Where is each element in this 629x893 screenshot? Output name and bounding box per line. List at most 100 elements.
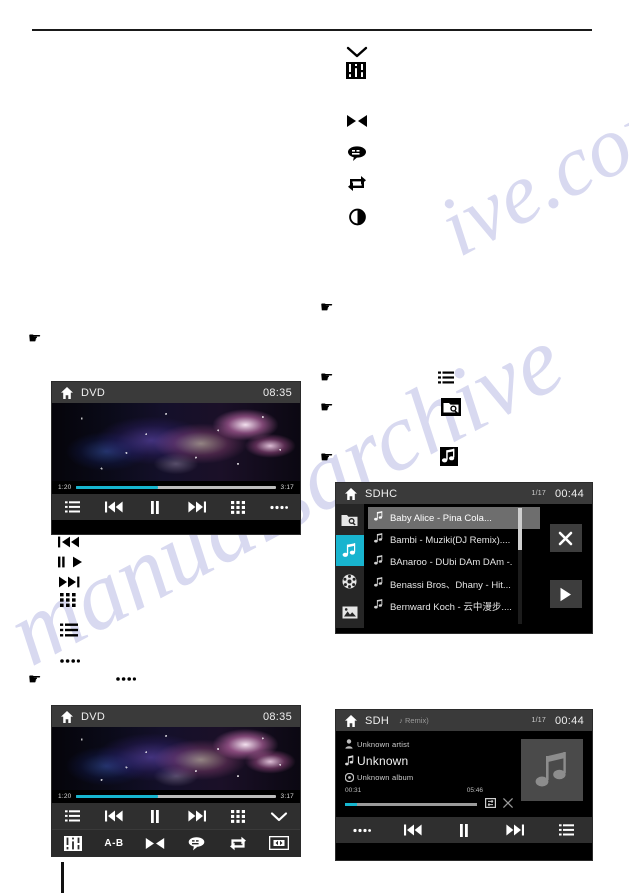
sdhc-action-pad bbox=[539, 504, 592, 628]
album-art bbox=[521, 739, 583, 801]
list-button[interactable] bbox=[58, 806, 88, 826]
progress-bar[interactable] bbox=[76, 486, 276, 489]
home-icon[interactable] bbox=[60, 386, 74, 400]
progress-fill bbox=[76, 795, 159, 798]
play-pause-icon bbox=[58, 556, 88, 568]
list-button[interactable] bbox=[551, 820, 581, 840]
list-icon bbox=[438, 371, 454, 384]
play-button[interactable] bbox=[549, 580, 582, 608]
track-title: BAnaroo - DUbi DAm DAm -. bbox=[389, 556, 513, 568]
sdh-metadata: Unknown artist Unknown Unknown album 00:… bbox=[345, 739, 513, 817]
list-item[interactable]: Baby Alice - Pina Cola... bbox=[367, 507, 540, 529]
keypad-button[interactable] bbox=[223, 806, 253, 826]
dvd-bottom-progress-row[interactable]: 1:20 3:17 bbox=[52, 790, 300, 803]
list-button[interactable] bbox=[58, 497, 88, 517]
list-item[interactable]: BAnaroo - DUbi DAm DAm -. bbox=[368, 551, 540, 573]
dvd-bottom-controls-row1 bbox=[52, 803, 300, 829]
pause-button[interactable] bbox=[140, 806, 170, 826]
sidebar-item-photo[interactable] bbox=[336, 597, 364, 628]
sidebar-item-music[interactable] bbox=[336, 535, 364, 566]
person-icon bbox=[345, 739, 357, 749]
music-note-icon bbox=[374, 511, 383, 525]
track-title: Bambi - Muziki(DJ Remix).... bbox=[389, 534, 511, 546]
equalizer-button[interactable] bbox=[58, 833, 88, 853]
track-title: Baby Alice - Pina Cola... bbox=[389, 512, 492, 524]
sdh-title: SDH bbox=[365, 714, 390, 727]
video-poster-bottom[interactable] bbox=[52, 727, 300, 790]
pause-button[interactable] bbox=[449, 820, 479, 840]
next-button[interactable] bbox=[500, 820, 530, 840]
sdh-track-index: 1/17 bbox=[531, 717, 546, 724]
dvd-top-title: DVD bbox=[81, 386, 106, 399]
sdh-progress-row bbox=[345, 795, 513, 813]
list-item[interactable]: Bernward Koch - 云中漫步.... bbox=[368, 595, 540, 617]
sdhc-track-list[interactable]: Baby Alice - Pina Cola... Bambi - Muziki… bbox=[364, 504, 540, 628]
dvd-top-clock: 08:35 bbox=[262, 386, 292, 399]
total-time: 3:17 bbox=[280, 793, 294, 800]
track-name: Unknown bbox=[357, 754, 409, 768]
keypad-button[interactable] bbox=[223, 497, 253, 517]
sdh-now-playing-screenshot[interactable]: SDH ♪ Remix) 1/17 00:44 Unknown artist U… bbox=[336, 710, 592, 860]
album-row: Unknown album bbox=[345, 773, 513, 782]
dvd-top-progress-row[interactable]: 1:20 3:17 bbox=[52, 481, 300, 494]
sidebar-item-video[interactable] bbox=[336, 566, 364, 597]
previous-button[interactable] bbox=[99, 806, 129, 826]
close-button[interactable] bbox=[549, 524, 582, 552]
star-field bbox=[52, 727, 300, 790]
elapsed-time: 1:20 bbox=[58, 484, 72, 491]
brightness-icon bbox=[349, 208, 366, 226]
collapse-button[interactable] bbox=[264, 806, 294, 826]
list-scrollbar[interactable] bbox=[517, 508, 522, 624]
progress-bar[interactable] bbox=[76, 795, 276, 798]
more-button[interactable] bbox=[264, 497, 294, 517]
album-name: Unknown album bbox=[357, 773, 414, 782]
track-title: Benassi Bros、Dhany - Hit... bbox=[389, 580, 511, 591]
dvd-player-screenshot-bottom[interactable]: DVD 08:35 1:20 3:17 A-B bbox=[52, 706, 300, 856]
more-dots-icon bbox=[116, 676, 136, 682]
pause-button[interactable] bbox=[140, 497, 170, 517]
previous-button[interactable] bbox=[99, 497, 129, 517]
sdh-clock: 00:44 bbox=[554, 714, 584, 727]
screen-button[interactable] bbox=[264, 833, 294, 853]
music-note-icon bbox=[440, 447, 458, 466]
dvd-bottom-controls-row2: A-B bbox=[52, 829, 300, 856]
progress-fill bbox=[345, 802, 357, 806]
sidebar-item-folder[interactable] bbox=[336, 504, 364, 535]
elapsed-time: 00:31 bbox=[345, 787, 362, 794]
goto-button[interactable] bbox=[140, 833, 170, 853]
sdh-now-playing-body: Unknown artist Unknown Unknown album 00:… bbox=[336, 731, 592, 817]
subtitle-button[interactable] bbox=[182, 833, 212, 853]
repeat-mode-button[interactable] bbox=[485, 795, 497, 813]
next-track-icon bbox=[58, 576, 80, 588]
progress-bar[interactable] bbox=[345, 802, 477, 806]
equalizer-icon bbox=[346, 62, 366, 79]
music-note-icon bbox=[374, 577, 383, 591]
star-field bbox=[52, 403, 300, 481]
next-button[interactable] bbox=[182, 497, 212, 517]
previous-button[interactable] bbox=[398, 820, 428, 840]
sdhc-browser-screenshot[interactable]: SDHC 1/17 00:44 Baby Alice - Pina Cola..… bbox=[336, 483, 592, 633]
home-icon[interactable] bbox=[60, 710, 74, 724]
ab-repeat-button[interactable]: A-B bbox=[99, 833, 129, 853]
next-button[interactable] bbox=[182, 806, 212, 826]
sdh-header: SDH ♪ Remix) 1/17 00:44 bbox=[336, 710, 592, 731]
list-item[interactable]: Benassi Bros、Dhany - Hit... bbox=[368, 573, 540, 595]
sdh-time-row: 00:31 05:46 bbox=[345, 787, 483, 794]
dvd-player-screenshot-top[interactable]: DVD 08:35 1:20 3:17 bbox=[52, 382, 300, 534]
scrollbar-thumb[interactable] bbox=[517, 508, 522, 550]
dvd-top-controls bbox=[52, 494, 300, 520]
pointer-marker: ☛ bbox=[320, 298, 334, 316]
ab-repeat-label: A-B bbox=[104, 837, 124, 849]
home-icon[interactable] bbox=[344, 714, 358, 728]
repeat-button[interactable] bbox=[223, 833, 253, 853]
shuffle-button[interactable] bbox=[503, 795, 513, 813]
pointer-marker: ☛ bbox=[28, 329, 42, 347]
list-item[interactable]: Bambi - Muziki(DJ Remix).... bbox=[368, 529, 540, 551]
music-note-icon bbox=[374, 599, 383, 613]
more-button[interactable] bbox=[347, 820, 377, 840]
goto-icon bbox=[346, 113, 368, 129]
video-poster-top[interactable] bbox=[52, 403, 300, 481]
list-icon bbox=[60, 623, 78, 637]
sdhc-clock: 00:44 bbox=[554, 487, 584, 500]
home-icon[interactable] bbox=[344, 487, 358, 501]
